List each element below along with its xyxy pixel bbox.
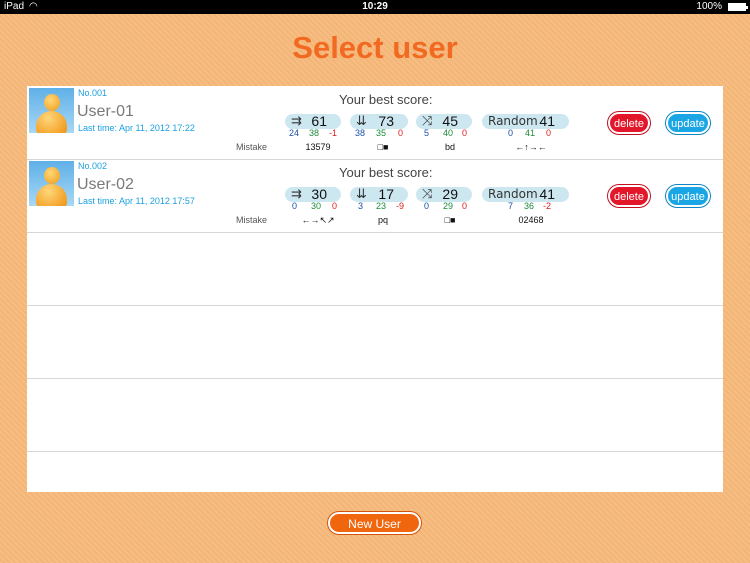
- score-value: 73: [378, 113, 394, 129]
- vertical-arrows-icon: ⇊: [356, 186, 367, 201]
- score-vertical: ⇊ 73: [350, 113, 408, 129]
- score-value: 41: [539, 113, 555, 129]
- stat-blue: 5: [424, 128, 430, 138]
- new-user-button[interactable]: New User: [328, 512, 421, 534]
- stat-red: 0: [462, 201, 468, 211]
- clock: 10:29: [362, 1, 388, 12]
- last-time: Last time: Apr 11, 2012 17:22: [78, 123, 195, 133]
- stat-red: 0: [546, 128, 552, 138]
- stat-green: 29: [443, 201, 454, 211]
- mistake-value: □■: [444, 215, 456, 225]
- empty-row[interactable]: [27, 378, 723, 452]
- stat-red: 0: [462, 128, 468, 138]
- mistake-value: ←↑→←: [515, 142, 547, 152]
- score-value: 17: [378, 186, 394, 202]
- mistake-value: 13579: [305, 142, 331, 152]
- user-name: User-02: [77, 176, 134, 193]
- update-button[interactable]: update: [666, 112, 710, 134]
- stat-green: 35: [376, 128, 387, 138]
- stat-blue: 38: [355, 128, 366, 138]
- score-horizontal: ⇉ 30: [285, 186, 341, 202]
- stat-green: 40: [443, 128, 454, 138]
- stat-green: 41: [525, 128, 536, 138]
- best-score-label: Your best score:: [339, 165, 433, 180]
- stat-green: 23: [376, 201, 387, 211]
- stat-green: 38: [309, 128, 320, 138]
- score-value: 29: [442, 186, 458, 202]
- score-horizontal: ⇉ 61: [285, 113, 341, 129]
- stat-red: 0: [332, 201, 338, 211]
- mistake-value: bd: [444, 142, 455, 152]
- avatar: [29, 161, 74, 206]
- user-number: No.001: [78, 88, 108, 98]
- stat-blue: 0: [424, 201, 430, 211]
- user-list: No.001 User-01 Last time: Apr 11, 2012 1…: [27, 86, 723, 492]
- mistake-value: pq: [377, 215, 388, 225]
- stat-green: 30: [311, 201, 322, 211]
- mistake-label: Mistake: [236, 215, 268, 225]
- user-name: User-01: [77, 103, 134, 120]
- empty-row[interactable]: [27, 305, 723, 379]
- last-time: Last time: Apr 11, 2012 17:57: [78, 196, 195, 206]
- score-value: 61: [311, 113, 327, 129]
- mistake-value: □■: [377, 142, 389, 152]
- score-value: 30: [311, 186, 327, 202]
- user-row[interactable]: No.001 User-01 Last time: Apr 11, 2012 1…: [27, 86, 723, 160]
- score-cross: ⤨ 29: [416, 186, 472, 202]
- avatar: [29, 88, 74, 133]
- stat-red: 0: [398, 128, 404, 138]
- mistake-value: 02468: [518, 215, 544, 225]
- score-value: 45: [442, 113, 458, 129]
- horizontal-arrows-icon: ⇉: [291, 113, 302, 128]
- score-random: Random 41: [482, 186, 569, 202]
- user-row[interactable]: No.002 User-02 Last time: Apr 11, 2012 1…: [27, 159, 723, 233]
- user-number: No.002: [78, 161, 108, 171]
- stat-red: -9: [396, 201, 405, 211]
- battery-percent: 100%: [696, 1, 722, 12]
- stat-blue: 3: [358, 201, 364, 211]
- horizontal-arrows-icon: ⇉: [291, 186, 302, 201]
- stat-blue: 0: [292, 201, 298, 211]
- random-mode-label: Random: [488, 187, 538, 201]
- stat-red: -2: [543, 201, 552, 211]
- score-value: 41: [539, 186, 555, 202]
- status-bar: iPad ◠ 10:29 100%: [0, 0, 750, 14]
- delete-button[interactable]: delete: [608, 185, 650, 207]
- page-title: Select user: [292, 30, 458, 65]
- cross-arrows-icon: ⤨: [422, 186, 433, 201]
- stat-blue: 24: [289, 128, 300, 138]
- score-vertical: ⇊ 17: [350, 186, 408, 202]
- best-score-label: Your best score:: [339, 92, 433, 107]
- update-button[interactable]: update: [666, 185, 710, 207]
- empty-row[interactable]: [27, 232, 723, 306]
- random-mode-label: Random: [488, 114, 538, 128]
- stat-green: 36: [524, 201, 535, 211]
- score-random: Random 41: [482, 113, 569, 129]
- mistake-value: ←→↖↗: [301, 215, 335, 225]
- vertical-arrows-icon: ⇊: [356, 113, 367, 128]
- delete-button[interactable]: delete: [608, 112, 650, 134]
- battery-icon: [728, 3, 748, 11]
- stat-blue: 7: [508, 201, 514, 211]
- mistake-label: Mistake: [236, 142, 268, 152]
- stat-red: -1: [329, 128, 338, 138]
- score-cross: ⤨ 45: [416, 113, 472, 129]
- stat-blue: 0: [508, 128, 514, 138]
- cross-arrows-icon: ⤨: [422, 113, 433, 128]
